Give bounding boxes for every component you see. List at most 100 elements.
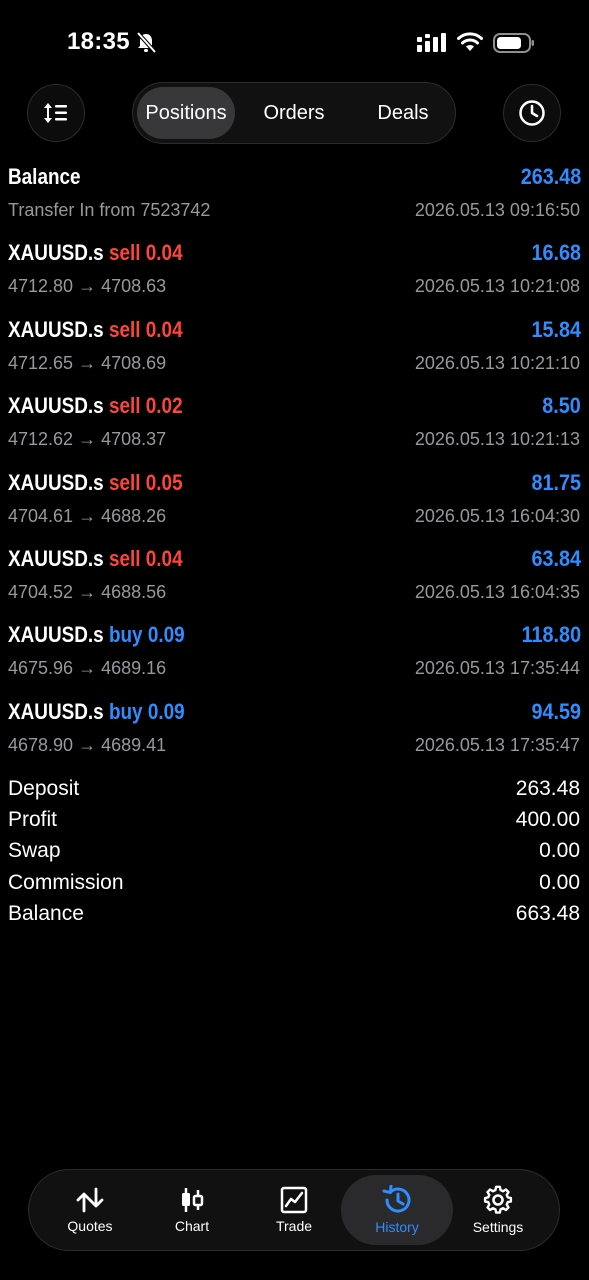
tab-quotes[interactable]: Quotes — [39, 1175, 141, 1245]
sort-list-icon — [44, 103, 67, 123]
deal-time: 2026.05.13 09:16:50 — [414, 200, 580, 220]
tab-history[interactable]: History — [341, 1175, 453, 1245]
deal-title: XAUUSD.s buy 0.09 — [8, 622, 185, 648]
summary-value: 663.48 — [515, 901, 580, 925]
deal-symbol: XAUUSD.s — [8, 698, 104, 724]
tab-label: History — [375, 1219, 419, 1235]
deal-details: 4704.52 → 4688.56 — [8, 581, 167, 602]
deal-symbol: XAUUSD.s — [8, 469, 104, 495]
deal-list: Balance 263.48 Transfer In from 7523742 … — [0, 160, 589, 771]
deal-profit: 118.80 — [521, 622, 581, 648]
summary-label: Deposit — [8, 777, 80, 800]
deal-details: 4712.80 → 4708.63 — [8, 276, 167, 297]
deal-row[interactable]: XAUUSD.s sell 0.04 15.84 4712.65 → 4708.… — [0, 313, 589, 389]
deal-time: 2026.05.13 10:21:08 — [414, 276, 580, 297]
deal-symbol: XAUUSD.s — [8, 545, 104, 571]
deal-side: sell — [108, 240, 141, 266]
tab-chart[interactable]: Chart — [141, 1175, 243, 1245]
deal-details: 4675.96 → 4689.16 — [8, 658, 167, 679]
deal-details: 4678.90 → 4689.41 — [8, 734, 167, 755]
deal-symbol: XAUUSD.s — [8, 622, 104, 648]
deal-volume: 0.09 — [147, 622, 185, 648]
deal-details: Transfer In from 7523742 — [8, 200, 211, 220]
summary-label: Balance — [8, 901, 84, 925]
deal-volume: 0.04 — [145, 240, 183, 266]
status-bar: 18:35 — [0, 0, 589, 80]
deal-side: sell — [108, 545, 141, 571]
deal-symbol: XAUUSD.s — [8, 240, 104, 266]
deal-side: buy — [108, 698, 143, 724]
candlestick-icon — [182, 1188, 204, 1212]
deal-profit: 94.59 — [531, 698, 581, 724]
summary-value: 0.00 — [539, 839, 580, 863]
deal-side: buy — [108, 622, 143, 648]
deal-volume: 0.04 — [145, 545, 183, 571]
tab-label: Settings — [472, 1219, 524, 1235]
deal-side: sell — [108, 393, 141, 419]
deal-title: XAUUSD.s sell 0.05 — [8, 470, 183, 496]
tab-label: Chart — [174, 1218, 210, 1234]
deal-details: 4712.65 → 4708.69 — [8, 352, 167, 373]
tab-trade[interactable]: Trade — [243, 1175, 345, 1245]
wifi-icon — [457, 32, 483, 51]
summary-balance: Balance 663.48 — [0, 898, 589, 929]
segment-positions[interactable]: Positions — [137, 87, 235, 139]
summary-label: Commission — [8, 870, 124, 894]
summary-swap: Swap 0.00 — [0, 835, 589, 866]
segment-orders[interactable]: Orders — [243, 87, 345, 139]
deal-details: 4704.61 → 4688.26 — [8, 505, 167, 526]
trend-chart-icon — [280, 1186, 308, 1214]
deal-time: 2026.05.13 10:21:13 — [414, 429, 580, 450]
segment-deals[interactable]: Deals — [353, 87, 453, 139]
deal-row[interactable]: Balance 263.48 Transfer In from 7523742 … — [0, 160, 589, 236]
deal-title: XAUUSD.s sell 0.04 — [8, 317, 183, 343]
deal-time: 2026.05.13 10:21:10 — [414, 352, 580, 373]
summary: Deposit 263.48 Profit 400.00 Swap 0.00 C… — [0, 773, 589, 929]
deal-time: 2026.05.13 16:04:30 — [414, 505, 580, 526]
deal-profit: 15.84 — [531, 316, 581, 342]
deal-symbol: XAUUSD.s — [8, 393, 104, 419]
deal-title: XAUUSD.s sell 0.04 — [8, 546, 183, 572]
deal-volume: 0.05 — [145, 469, 183, 495]
history-clock-icon — [382, 1185, 411, 1213]
deal-profit: 263.48 — [520, 164, 581, 189]
status-time: 18:35 — [67, 28, 130, 55]
deal-row[interactable]: XAUUSD.s sell 0.04 16.68 4712.80 → 4708.… — [0, 236, 589, 312]
deal-row[interactable]: XAUUSD.s sell 0.02 8.50 4712.62 → 4708.3… — [0, 389, 589, 465]
bell-muted-icon — [136, 32, 156, 54]
tab-label: Trade — [275, 1218, 313, 1234]
summary-label: Profit — [8, 808, 58, 832]
bottom-tab-bar: Quotes Chart Trade History Settings — [28, 1169, 560, 1251]
deal-profit: 8.50 — [542, 393, 581, 419]
deal-row[interactable]: XAUUSD.s buy 0.09 118.80 4675.96 → 4689.… — [0, 618, 589, 694]
summary-value: 263.48 — [515, 777, 580, 800]
gear-icon — [483, 1185, 513, 1214]
deal-row[interactable]: XAUUSD.s buy 0.09 94.59 4678.90 → 4689.4… — [0, 695, 589, 771]
summary-value: 400.00 — [515, 808, 580, 832]
deal-profit: 81.75 — [531, 469, 581, 495]
deal-row[interactable]: XAUUSD.s sell 0.04 63.84 4704.52 → 4688.… — [0, 542, 589, 618]
deal-volume: 0.09 — [147, 698, 185, 724]
deal-volume: 0.04 — [145, 316, 183, 342]
deal-title: XAUUSD.s buy 0.09 — [8, 699, 185, 725]
summary-commission: Commission 0.00 — [0, 867, 589, 898]
deal-side: sell — [108, 316, 141, 342]
deal-time: 2026.05.13 16:04:35 — [414, 581, 580, 602]
deal-title: XAUUSD.s sell 0.04 — [8, 240, 183, 266]
cellular-signal-icon — [417, 33, 446, 52]
summary-deposit: Deposit 263.48 — [0, 773, 589, 804]
deal-side: sell — [108, 469, 141, 495]
battery-icon — [493, 33, 534, 53]
deal-time: 2026.05.13 17:35:44 — [414, 658, 580, 679]
summary-profit: Profit 400.00 — [0, 804, 589, 835]
deal-symbol: Balance — [8, 164, 81, 189]
deal-symbol: XAUUSD.s — [8, 316, 104, 342]
deal-title: XAUUSD.s sell 0.02 — [8, 393, 183, 419]
tab-settings[interactable]: Settings — [447, 1175, 549, 1245]
tab-label: Quotes — [67, 1218, 113, 1234]
sort-button[interactable] — [27, 84, 85, 142]
deal-row[interactable]: XAUUSD.s sell 0.05 81.75 4704.61 → 4688.… — [0, 466, 589, 542]
period-button[interactable] — [503, 84, 561, 142]
history-segmented-control: Positions Orders Deals — [132, 82, 456, 144]
deal-volume: 0.02 — [145, 393, 183, 419]
